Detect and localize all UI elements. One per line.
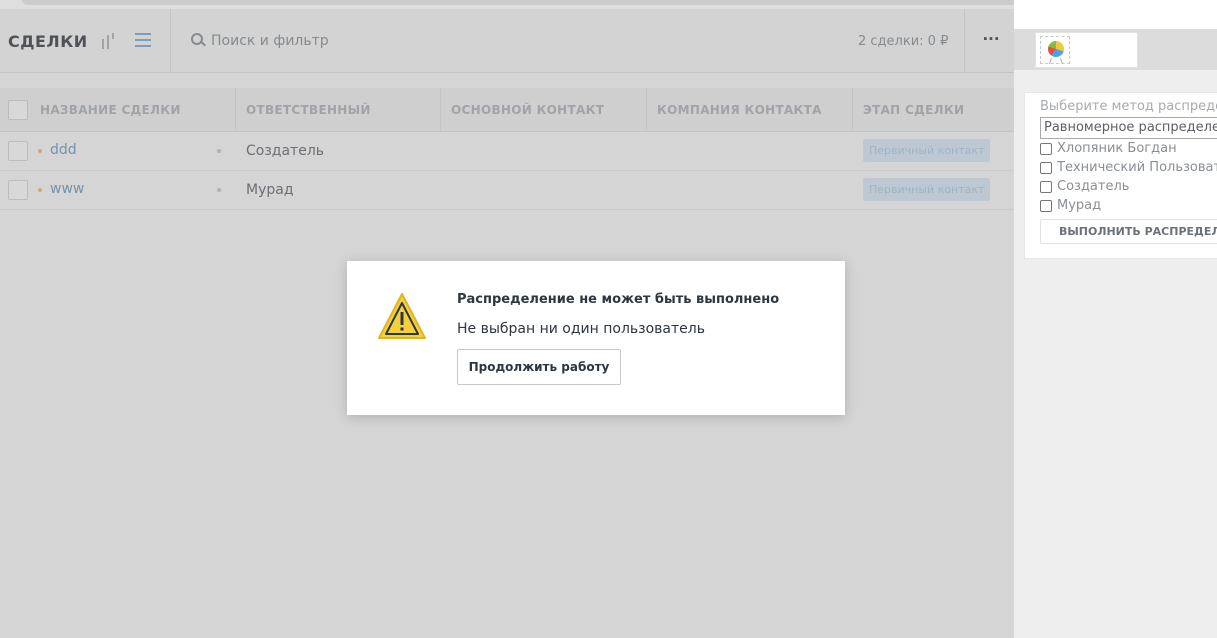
pie-chart-icon [1040, 36, 1070, 64]
widget-panel-top [1014, 0, 1217, 29]
warning-icon [378, 293, 426, 339]
checkbox[interactable] [1040, 143, 1052, 155]
continue-button[interactable]: Продолжить работу [457, 349, 621, 385]
checkbox[interactable] [1040, 162, 1052, 174]
run-distribution-button[interactable]: ВЫПОЛНИТЬ РАСПРЕДЕЛЕНИЕ [1040, 219, 1217, 244]
widget-panel: Выберите метод распределения Равномерное… [1014, 0, 1217, 638]
error-dialog: Распределение не может быть выполнено Не… [347, 261, 845, 415]
method-select[interactable]: Равномерное распределение [1040, 117, 1217, 139]
user-name: Технический Пользователь [1057, 160, 1217, 175]
checkbox[interactable] [1040, 200, 1052, 212]
user-name: Мурад [1057, 198, 1102, 213]
user-name: Создатель [1057, 179, 1130, 194]
user-name: Хлопяник Богдан [1057, 141, 1177, 156]
method-label: Выберите метод распределения [1040, 99, 1217, 114]
dialog-message: Не выбран ни один пользователь [457, 321, 705, 337]
widget-logo[interactable] [1035, 32, 1138, 68]
dialog-title: Распределение не может быть выполнено [457, 292, 780, 307]
checkbox[interactable] [1040, 181, 1052, 193]
main-area: СДЕЛКИ 2 сделки: 0 ₽ ··· НАЗВАНИЕ СДЕЛКИ… [0, 0, 1014, 638]
distribution-widget: Выберите метод распределения Равномерное… [1024, 92, 1217, 259]
